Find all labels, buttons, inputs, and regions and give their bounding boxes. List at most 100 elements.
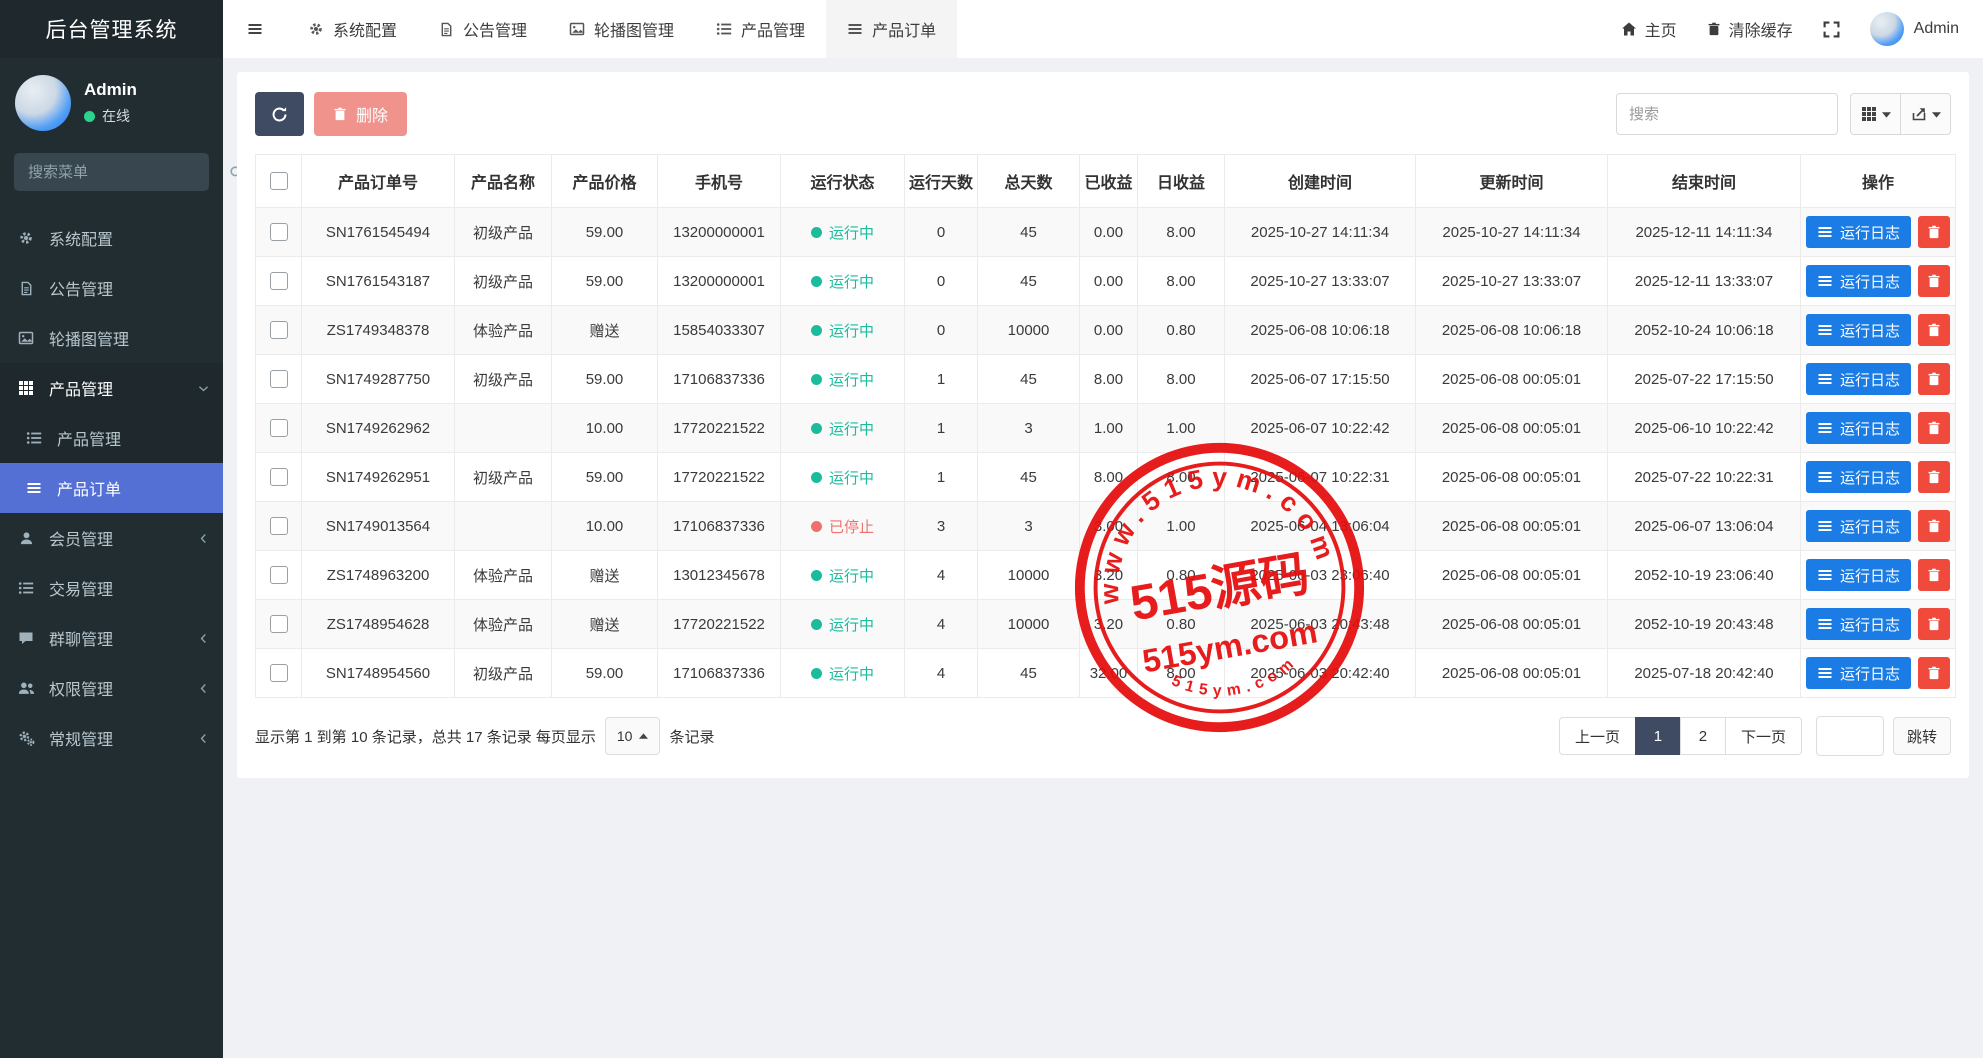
- cell-daily: 0.80: [1138, 600, 1225, 649]
- run-log-button[interactable]: 运行日志: [1806, 314, 1911, 346]
- sidebar-item-product-list[interactable]: 产品管理: [0, 413, 223, 463]
- tab-product[interactable]: 产品管理: [695, 0, 826, 58]
- row-checkbox[interactable]: [270, 321, 288, 339]
- run-log-button[interactable]: 运行日志: [1806, 265, 1911, 297]
- cell-order_no: ZS1748954628: [302, 600, 455, 649]
- row-checkbox[interactable]: [270, 223, 288, 241]
- row-checkbox[interactable]: [270, 517, 288, 535]
- run-log-button[interactable]: 运行日志: [1806, 510, 1911, 542]
- delete-row-button[interactable]: [1918, 510, 1950, 542]
- delete-row-button[interactable]: [1918, 461, 1950, 493]
- sidebar-item-permission[interactable]: 权限管理: [0, 663, 223, 713]
- delete-row-button[interactable]: [1918, 265, 1950, 297]
- hamburger-icon[interactable]: [223, 0, 287, 58]
- cell-run_days: 1: [905, 355, 978, 404]
- status-badge: 运行中: [811, 369, 874, 390]
- trash-icon: [1927, 470, 1941, 484]
- columns-toggle-button[interactable]: [1850, 93, 1901, 135]
- row-checkbox[interactable]: [270, 370, 288, 388]
- home-link[interactable]: 主页: [1606, 0, 1692, 58]
- row-checkbox[interactable]: [270, 468, 288, 486]
- image-icon: [569, 21, 585, 37]
- status-badge: 已停止: [811, 516, 874, 537]
- delete-row-button[interactable]: [1918, 657, 1950, 689]
- run-log-button[interactable]: 运行日志: [1806, 559, 1911, 591]
- status-dot-icon: [811, 276, 822, 287]
- trash-icon: [333, 107, 347, 121]
- cell-phone: 13012345678: [658, 551, 781, 600]
- cell-daily: 8.00: [1138, 208, 1225, 257]
- page-size-select[interactable]: 10: [605, 717, 661, 755]
- run-log-button[interactable]: 运行日志: [1806, 657, 1911, 689]
- refresh-button[interactable]: [255, 92, 304, 136]
- sidebar-item-group-chat[interactable]: 群聊管理: [0, 613, 223, 663]
- row-checkbox[interactable]: [270, 419, 288, 437]
- col-checkbox: [256, 155, 302, 208]
- status-badge: 运行中: [811, 565, 874, 586]
- status-dot-icon: [811, 227, 822, 238]
- chevron-left-icon: [197, 632, 210, 645]
- row-checkbox[interactable]: [270, 272, 288, 290]
- row-checkbox[interactable]: [270, 664, 288, 682]
- cell-end_at: 2025-12-11 14:11:34: [1608, 208, 1801, 257]
- clear-cache-link[interactable]: 清除缓存: [1692, 0, 1808, 58]
- run-log-button[interactable]: 运行日志: [1806, 412, 1911, 444]
- sidebar-item-carousel[interactable]: 轮播图管理: [0, 313, 223, 363]
- jump-page-input[interactable]: [1816, 716, 1884, 756]
- tab-system-config[interactable]: 系统配置: [287, 0, 418, 58]
- tab-product-order[interactable]: 产品订单: [826, 0, 957, 58]
- app-layout: 后台管理系统 Admin 在线 系统配置公告管理轮播图管理产品管理产品管理产品订…: [0, 0, 1983, 1058]
- sidebar-item-product[interactable]: 产品管理: [0, 363, 223, 413]
- run-log-button[interactable]: 运行日志: [1806, 461, 1911, 493]
- order-table-card: 删除: [237, 72, 1969, 778]
- sidebar-item-system-config[interactable]: 系统配置: [0, 213, 223, 263]
- run-log-button[interactable]: 运行日志: [1806, 363, 1911, 395]
- delete-button[interactable]: 删除: [314, 92, 407, 136]
- list-icon: [1817, 420, 1833, 436]
- trash-icon: [1927, 421, 1941, 435]
- sidebar-item-general[interactable]: 常规管理: [0, 713, 223, 763]
- select-all-checkbox[interactable]: [270, 172, 288, 190]
- sidebar-item-notice[interactable]: 公告管理: [0, 263, 223, 313]
- cell-earned: 3.20: [1080, 551, 1138, 600]
- export-button[interactable]: [1900, 93, 1951, 135]
- delete-row-button[interactable]: [1918, 412, 1950, 444]
- sidebar-item-member[interactable]: 会员管理: [0, 513, 223, 563]
- row-checkbox[interactable]: [270, 566, 288, 584]
- orders-table: 产品订单号产品名称产品价格手机号运行状态运行天数总天数已收益日收益创建时间更新时…: [255, 154, 1956, 698]
- prev-page-button[interactable]: 上一页: [1559, 717, 1636, 755]
- delete-row-button[interactable]: [1918, 314, 1950, 346]
- cell-product_name: 初级产品: [455, 453, 552, 502]
- cell-order_no: SN1749287750: [302, 355, 455, 404]
- tab-carousel[interactable]: 轮播图管理: [548, 0, 695, 58]
- row-checkbox[interactable]: [270, 615, 288, 633]
- status-badge: 运行中: [811, 271, 874, 292]
- sidebar-search-input[interactable]: [26, 163, 229, 182]
- fullscreen-button[interactable]: [1808, 0, 1855, 58]
- status-dot-icon: [811, 472, 822, 483]
- next-page-button[interactable]: 下一页: [1725, 717, 1802, 755]
- sidebar: 后台管理系统 Admin 在线 系统配置公告管理轮播图管理产品管理产品管理产品订…: [0, 0, 223, 1058]
- delete-row-button[interactable]: [1918, 559, 1950, 591]
- table-search-input[interactable]: [1616, 93, 1838, 135]
- sidebar-item-product-order[interactable]: 产品订单: [0, 463, 223, 513]
- sidebar-item-trade[interactable]: 交易管理: [0, 563, 223, 613]
- page-button-1[interactable]: 1: [1635, 717, 1681, 755]
- cell-total_days: 3: [978, 404, 1080, 453]
- user-status-label: 在线: [102, 106, 130, 126]
- cell-price: 10.00: [552, 404, 658, 453]
- page-button-2[interactable]: 2: [1680, 717, 1726, 755]
- col-end_at: 结束时间: [1608, 155, 1801, 208]
- jump-button[interactable]: 跳转: [1893, 717, 1951, 755]
- tab-notice[interactable]: 公告管理: [418, 0, 548, 58]
- delete-row-button[interactable]: [1918, 608, 1950, 640]
- chevron-left-icon: [197, 532, 210, 545]
- delete-row-button[interactable]: [1918, 216, 1950, 248]
- cell-checkbox: [256, 453, 302, 502]
- cell-updated_at: 2025-10-27 13:33:07: [1416, 257, 1608, 306]
- cell-created_at: 2025-06-07 10:22:31: [1225, 453, 1416, 502]
- run-log-button[interactable]: 运行日志: [1806, 608, 1911, 640]
- admin-menu[interactable]: Admin: [1855, 0, 1983, 58]
- run-log-button[interactable]: 运行日志: [1806, 216, 1911, 248]
- delete-row-button[interactable]: [1918, 363, 1950, 395]
